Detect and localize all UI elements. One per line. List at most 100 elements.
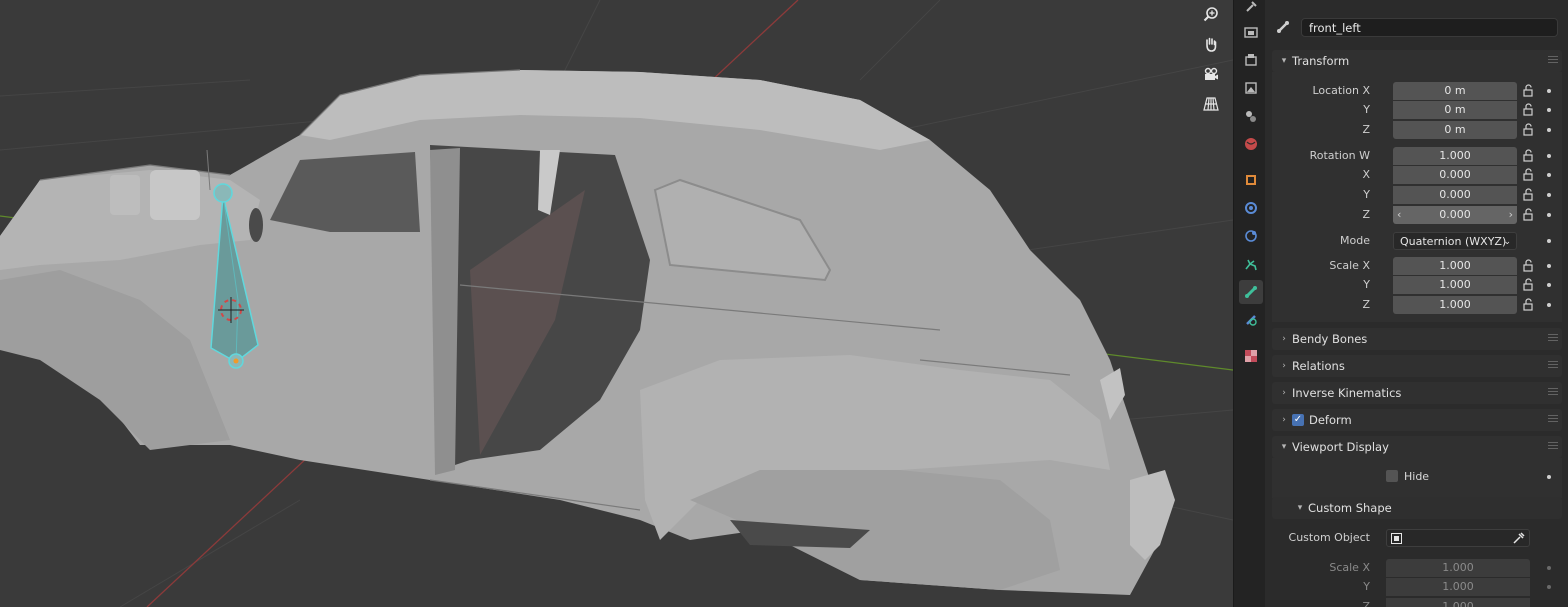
hide-checkbox[interactable] (1386, 470, 1398, 482)
decrement-arrow-icon[interactable]: ‹ (1397, 206, 1401, 224)
relations-panel-header[interactable]: › Relations (1272, 355, 1562, 377)
particles-icon[interactable] (1239, 224, 1263, 248)
lock-icon[interactable] (1522, 149, 1536, 163)
drag-grip-icon[interactable] (1548, 361, 1558, 370)
transform-label: Transform (1292, 54, 1350, 68)
shape-scale-y-field[interactable]: 1.000 (1386, 578, 1530, 596)
custom-object-field[interactable] (1386, 529, 1530, 547)
keyframe-dot-icon[interactable] (1547, 475, 1551, 479)
increment-arrow-icon[interactable]: › (1509, 206, 1513, 224)
scale-y-field[interactable]: 1.000 (1393, 276, 1517, 294)
modifiers-icon[interactable] (1239, 196, 1263, 220)
3d-viewport[interactable] (0, 0, 1233, 607)
viewport-scene[interactable] (0, 0, 1233, 607)
keyframe-dot-icon[interactable] (1547, 173, 1551, 177)
keyframe-dot-icon[interactable] (1547, 303, 1551, 307)
chevron-right-icon: › (1282, 415, 1286, 425)
lock-icon[interactable] (1522, 208, 1536, 222)
scene-icon[interactable] (1239, 104, 1263, 128)
rotation-mode-value: Quaternion (WXYZ) (1400, 235, 1507, 248)
object-icon[interactable] (1239, 168, 1263, 192)
shape-scale-z-label: Z (1362, 600, 1370, 607)
keyframe-dot-icon[interactable] (1547, 213, 1551, 217)
drag-grip-icon[interactable] (1548, 442, 1558, 451)
keyframe-dot-icon[interactable] (1547, 108, 1551, 112)
bone-constraint-icon[interactable] (1239, 308, 1263, 332)
keyframe-dot-icon[interactable] (1547, 585, 1551, 589)
inverse-kinematics-panel-header[interactable]: › Inverse Kinematics (1272, 382, 1562, 404)
lock-icon[interactable] (1522, 259, 1536, 273)
scale-z-label: Z (1362, 298, 1370, 311)
properties-tabs (1233, 0, 1266, 607)
deform-checkbox[interactable]: ✓ (1292, 414, 1304, 426)
texture-icon[interactable] (1239, 344, 1263, 368)
bone-name-field[interactable]: front_left (1301, 18, 1558, 37)
inverse-kinematics-label: Inverse Kinematics (1292, 386, 1402, 400)
chevron-down-icon: ▾ (1281, 56, 1287, 66)
scale-z-field[interactable]: 1.000 (1393, 296, 1517, 314)
chevron-down-icon: ▾ (1297, 503, 1303, 513)
rotation-mode-select[interactable]: Quaternion (WXYZ) ⌄ (1393, 232, 1517, 250)
location-y-field[interactable]: 0 m (1393, 101, 1517, 119)
scale-y-label: Y (1363, 278, 1370, 291)
drag-grip-icon[interactable] (1548, 388, 1558, 397)
lock-icon[interactable] (1522, 84, 1536, 98)
chevron-right-icon: › (1282, 388, 1286, 398)
lock-icon[interactable] (1522, 168, 1536, 182)
bendy-bones-label: Bendy Bones (1292, 332, 1368, 346)
keyframe-dot-icon[interactable] (1547, 283, 1551, 287)
deform-label: Deform (1309, 413, 1352, 427)
location-x-field[interactable]: 0 m (1393, 82, 1517, 100)
zoom-icon[interactable] (1197, 1, 1225, 27)
viewport-display-panel-header[interactable]: ▾ Viewport Display (1272, 436, 1562, 458)
rotation-x-field[interactable]: 0.000 (1393, 166, 1517, 184)
camera-view-icon[interactable] (1197, 61, 1225, 87)
lock-icon[interactable] (1522, 103, 1536, 117)
rotation-w-field[interactable]: 1.000 (1393, 147, 1517, 165)
keyframe-dot-icon[interactable] (1547, 264, 1551, 268)
deform-panel-header[interactable]: › ✓ Deform (1272, 409, 1562, 431)
lock-icon[interactable] (1522, 298, 1536, 312)
keyframe-dot-icon[interactable] (1547, 193, 1551, 197)
bendy-bones-panel-header[interactable]: › Bendy Bones (1272, 328, 1562, 350)
pan-hand-icon[interactable] (1197, 31, 1225, 57)
rotation-z-value: 0.000 (1439, 208, 1471, 221)
keyframe-dot-icon[interactable] (1547, 128, 1551, 132)
chevron-down-icon: ▾ (1281, 442, 1287, 452)
shape-scale-y-label: Y (1363, 580, 1370, 593)
drag-grip-icon[interactable] (1548, 56, 1558, 65)
keyframe-dot-icon[interactable] (1547, 566, 1551, 570)
viewport-display-label: Viewport Display (1292, 440, 1389, 454)
eyedropper-icon[interactable] (1512, 532, 1525, 545)
grid-view-icon[interactable] (1197, 91, 1225, 117)
world-icon[interactable] (1239, 132, 1263, 156)
render-icon[interactable] (1239, 20, 1263, 44)
rotation-y-label: Y (1363, 188, 1370, 201)
output-icon[interactable] (1239, 48, 1263, 72)
tool-icon[interactable] (1239, 0, 1263, 19)
custom-shape-subpanel-header[interactable]: ▾ Custom Shape (1272, 497, 1562, 519)
chevron-right-icon: › (1282, 334, 1286, 344)
drag-grip-icon[interactable] (1548, 334, 1558, 343)
lock-icon[interactable] (1522, 188, 1536, 202)
bone-icon[interactable] (1239, 280, 1263, 304)
drag-grip-icon[interactable] (1548, 415, 1558, 424)
transform-panel-header[interactable]: ▾ Transform (1272, 50, 1562, 72)
location-z-field[interactable]: 0 m (1393, 121, 1517, 139)
keyframe-dot-icon[interactable] (1547, 239, 1551, 243)
physics-icon[interactable] (1239, 252, 1263, 276)
shape-scale-x-field[interactable]: 1.000 (1386, 559, 1530, 577)
rotation-y-field[interactable]: 0.000 (1393, 186, 1517, 204)
view-layer-icon[interactable] (1239, 76, 1263, 100)
keyframe-dot-icon[interactable] (1547, 89, 1551, 93)
lock-icon[interactable] (1522, 123, 1536, 137)
scale-x-field[interactable]: 1.000 (1393, 257, 1517, 275)
viewport-display-body: Hide (1272, 458, 1562, 498)
properties-editor: front_left ▾ Transform Location X 0 m Y … (1265, 0, 1568, 607)
rotation-z-field[interactable]: ‹ 0.000 › (1393, 206, 1517, 224)
keyframe-dot-icon[interactable] (1547, 154, 1551, 158)
shape-scale-z-field[interactable]: 1.000 (1386, 598, 1530, 607)
shape-scale-x-label: Scale X (1329, 561, 1370, 574)
custom-object-label: Custom Object (1288, 531, 1370, 544)
lock-icon[interactable] (1522, 278, 1536, 292)
